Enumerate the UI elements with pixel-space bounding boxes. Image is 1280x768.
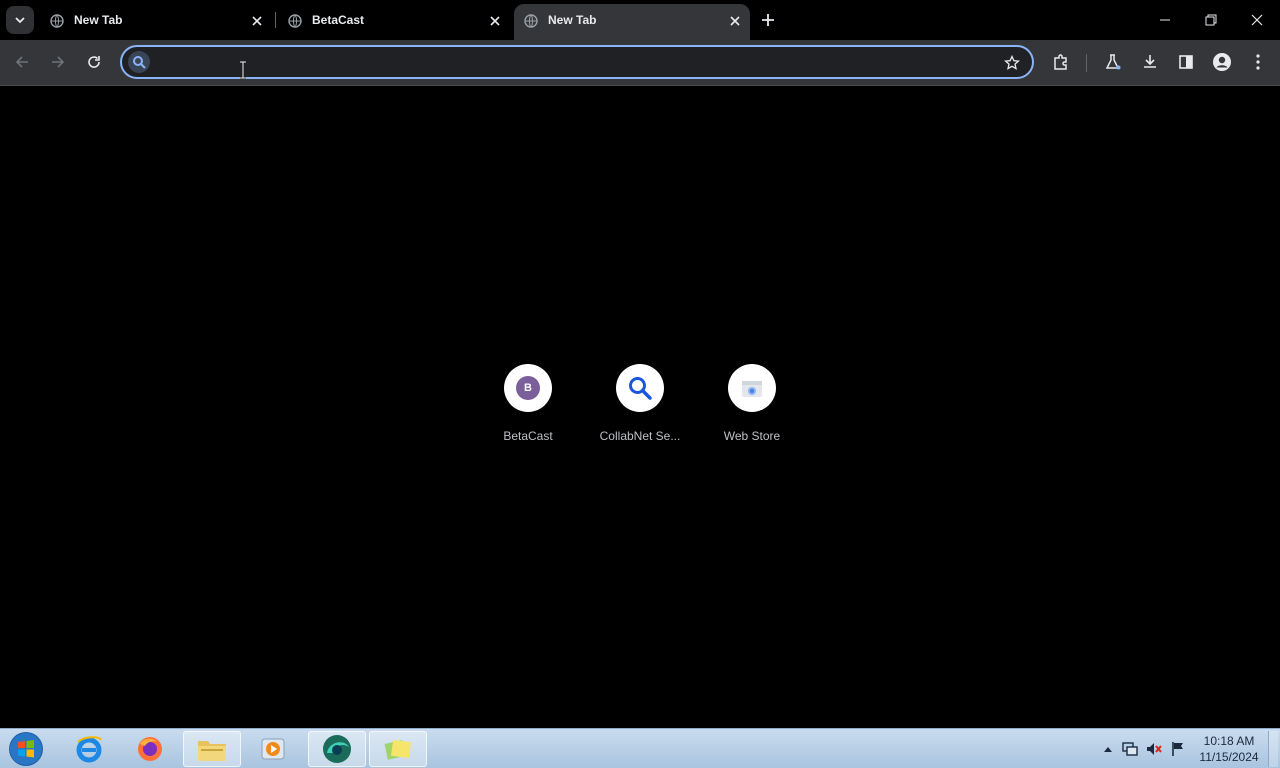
address-input[interactable] <box>156 51 996 73</box>
letter-avatar-icon: B <box>516 376 540 400</box>
minimize-icon <box>1160 19 1170 21</box>
taskbar-browser[interactable] <box>308 731 366 767</box>
tab-divider <box>275 12 276 28</box>
extensions-button[interactable] <box>1047 48 1075 76</box>
shortcut-betacast[interactable]: B BetaCast <box>478 352 578 452</box>
taskbar: 10:18 AM 11/15/2024 <box>0 728 1280 768</box>
show-desktop-button[interactable] <box>1268 731 1278 767</box>
internet-explorer-icon <box>76 736 102 763</box>
taskbar-media-player[interactable] <box>244 731 302 767</box>
media-player-icon <box>261 738 285 760</box>
shortcut-label: CollabNet Se... <box>599 429 681 443</box>
shortcut-icon-circle <box>616 364 664 412</box>
search-icon <box>128 51 150 73</box>
avatar-icon <box>1213 53 1231 71</box>
close-tab-icon[interactable] <box>486 12 504 30</box>
clock-time: 10:18 AM <box>1203 734 1255 748</box>
volume-tray-icon[interactable] <box>1146 741 1162 757</box>
kebab-menu-icon <box>1256 54 1260 70</box>
side-panel-button[interactable] <box>1172 48 1200 76</box>
tab-strip: New Tab BetaCast New Tab <box>0 0 1280 40</box>
close-tab-icon[interactable] <box>726 12 744 30</box>
minimize-button[interactable] <box>1142 0 1188 40</box>
reload-button[interactable] <box>80 48 108 76</box>
taskbar-sticky-notes[interactable] <box>369 731 427 767</box>
sticky-notes-icon <box>384 739 412 760</box>
flask-icon <box>1105 54 1121 70</box>
back-button[interactable] <box>8 48 36 76</box>
bookmark-star-icon[interactable] <box>1000 51 1024 75</box>
network-tray-icon[interactable] <box>1122 741 1138 757</box>
restore-icon <box>1205 14 1217 26</box>
downloads-button[interactable] <box>1136 48 1164 76</box>
forward-button[interactable] <box>44 48 72 76</box>
windows-logo-icon <box>9 732 43 766</box>
close-window-button[interactable] <box>1234 0 1280 40</box>
taskbar-firefox[interactable] <box>121 731 179 767</box>
puzzle-icon <box>1054 54 1067 70</box>
shortcut-collabnet[interactable]: CollabNet Se... <box>590 352 690 452</box>
tab-betacast[interactable]: BetaCast <box>278 4 510 40</box>
taskbar-internet-explorer[interactable] <box>60 731 118 767</box>
globe-icon <box>288 14 302 28</box>
clock-date: 11/15/2024 <box>1199 750 1259 764</box>
browser-icon <box>323 735 351 763</box>
chevron-up-icon <box>1104 747 1112 752</box>
close-icon <box>1251 14 1263 26</box>
shortcut-icon-circle: B <box>504 364 552 412</box>
tab-new-tab-active[interactable]: New Tab <box>514 4 750 40</box>
download-icon <box>1144 55 1156 68</box>
chevron-down-icon <box>15 17 25 24</box>
tab-title: New Tab <box>74 13 123 27</box>
screen: New Tab BetaCast New Tab B BetaCast Coll… <box>0 0 1280 768</box>
tab-new-tab-1[interactable]: New Tab <box>40 4 272 40</box>
new-tab-button[interactable] <box>756 8 780 32</box>
webstore-icon <box>742 381 762 397</box>
folder-icon <box>198 741 226 761</box>
globe-icon <box>50 14 64 28</box>
shortcut-label: Web Store <box>723 429 781 443</box>
volume-muted-icon <box>1147 743 1162 755</box>
toolbar <box>0 40 1280 86</box>
arrow-left-icon <box>15 56 28 68</box>
shortcut-web-store[interactable]: Web Store <box>702 352 802 452</box>
globe-icon <box>524 14 538 28</box>
taskbar-file-explorer[interactable] <box>183 731 241 767</box>
restore-button[interactable] <box>1188 0 1234 40</box>
show-hidden-icons-button[interactable] <box>1100 741 1116 757</box>
tab-title: BetaCast <box>312 13 365 27</box>
menu-button[interactable] <box>1244 48 1272 76</box>
side-panel-icon <box>1179 55 1193 69</box>
toolbar-divider <box>1086 54 1087 72</box>
tab-search-button[interactable] <box>6 6 34 34</box>
reload-icon <box>88 56 100 68</box>
text-cursor-icon <box>240 61 246 79</box>
address-bar[interactable] <box>120 45 1034 79</box>
close-tab-icon[interactable] <box>248 12 266 30</box>
arrow-right-icon <box>52 56 65 68</box>
labs-button[interactable] <box>1099 48 1127 76</box>
firefox-icon <box>138 737 162 761</box>
search-icon <box>629 377 652 400</box>
network-icon <box>1122 742 1138 756</box>
tab-title: New Tab <box>548 13 597 27</box>
start-button[interactable] <box>6 730 46 768</box>
action-center-tray-icon[interactable] <box>1170 741 1186 757</box>
shortcut-icon-circle <box>728 364 776 412</box>
profile-button[interactable] <box>1208 48 1236 76</box>
flag-icon <box>1172 742 1183 756</box>
plus-icon <box>762 14 774 26</box>
shortcut-label: BetaCast <box>503 429 553 443</box>
new-tab-page: B BetaCast CollabNet Se... Web Store <box>0 87 1280 728</box>
taskbar-clock[interactable]: 10:18 AM 11/15/2024 <box>1196 733 1262 765</box>
